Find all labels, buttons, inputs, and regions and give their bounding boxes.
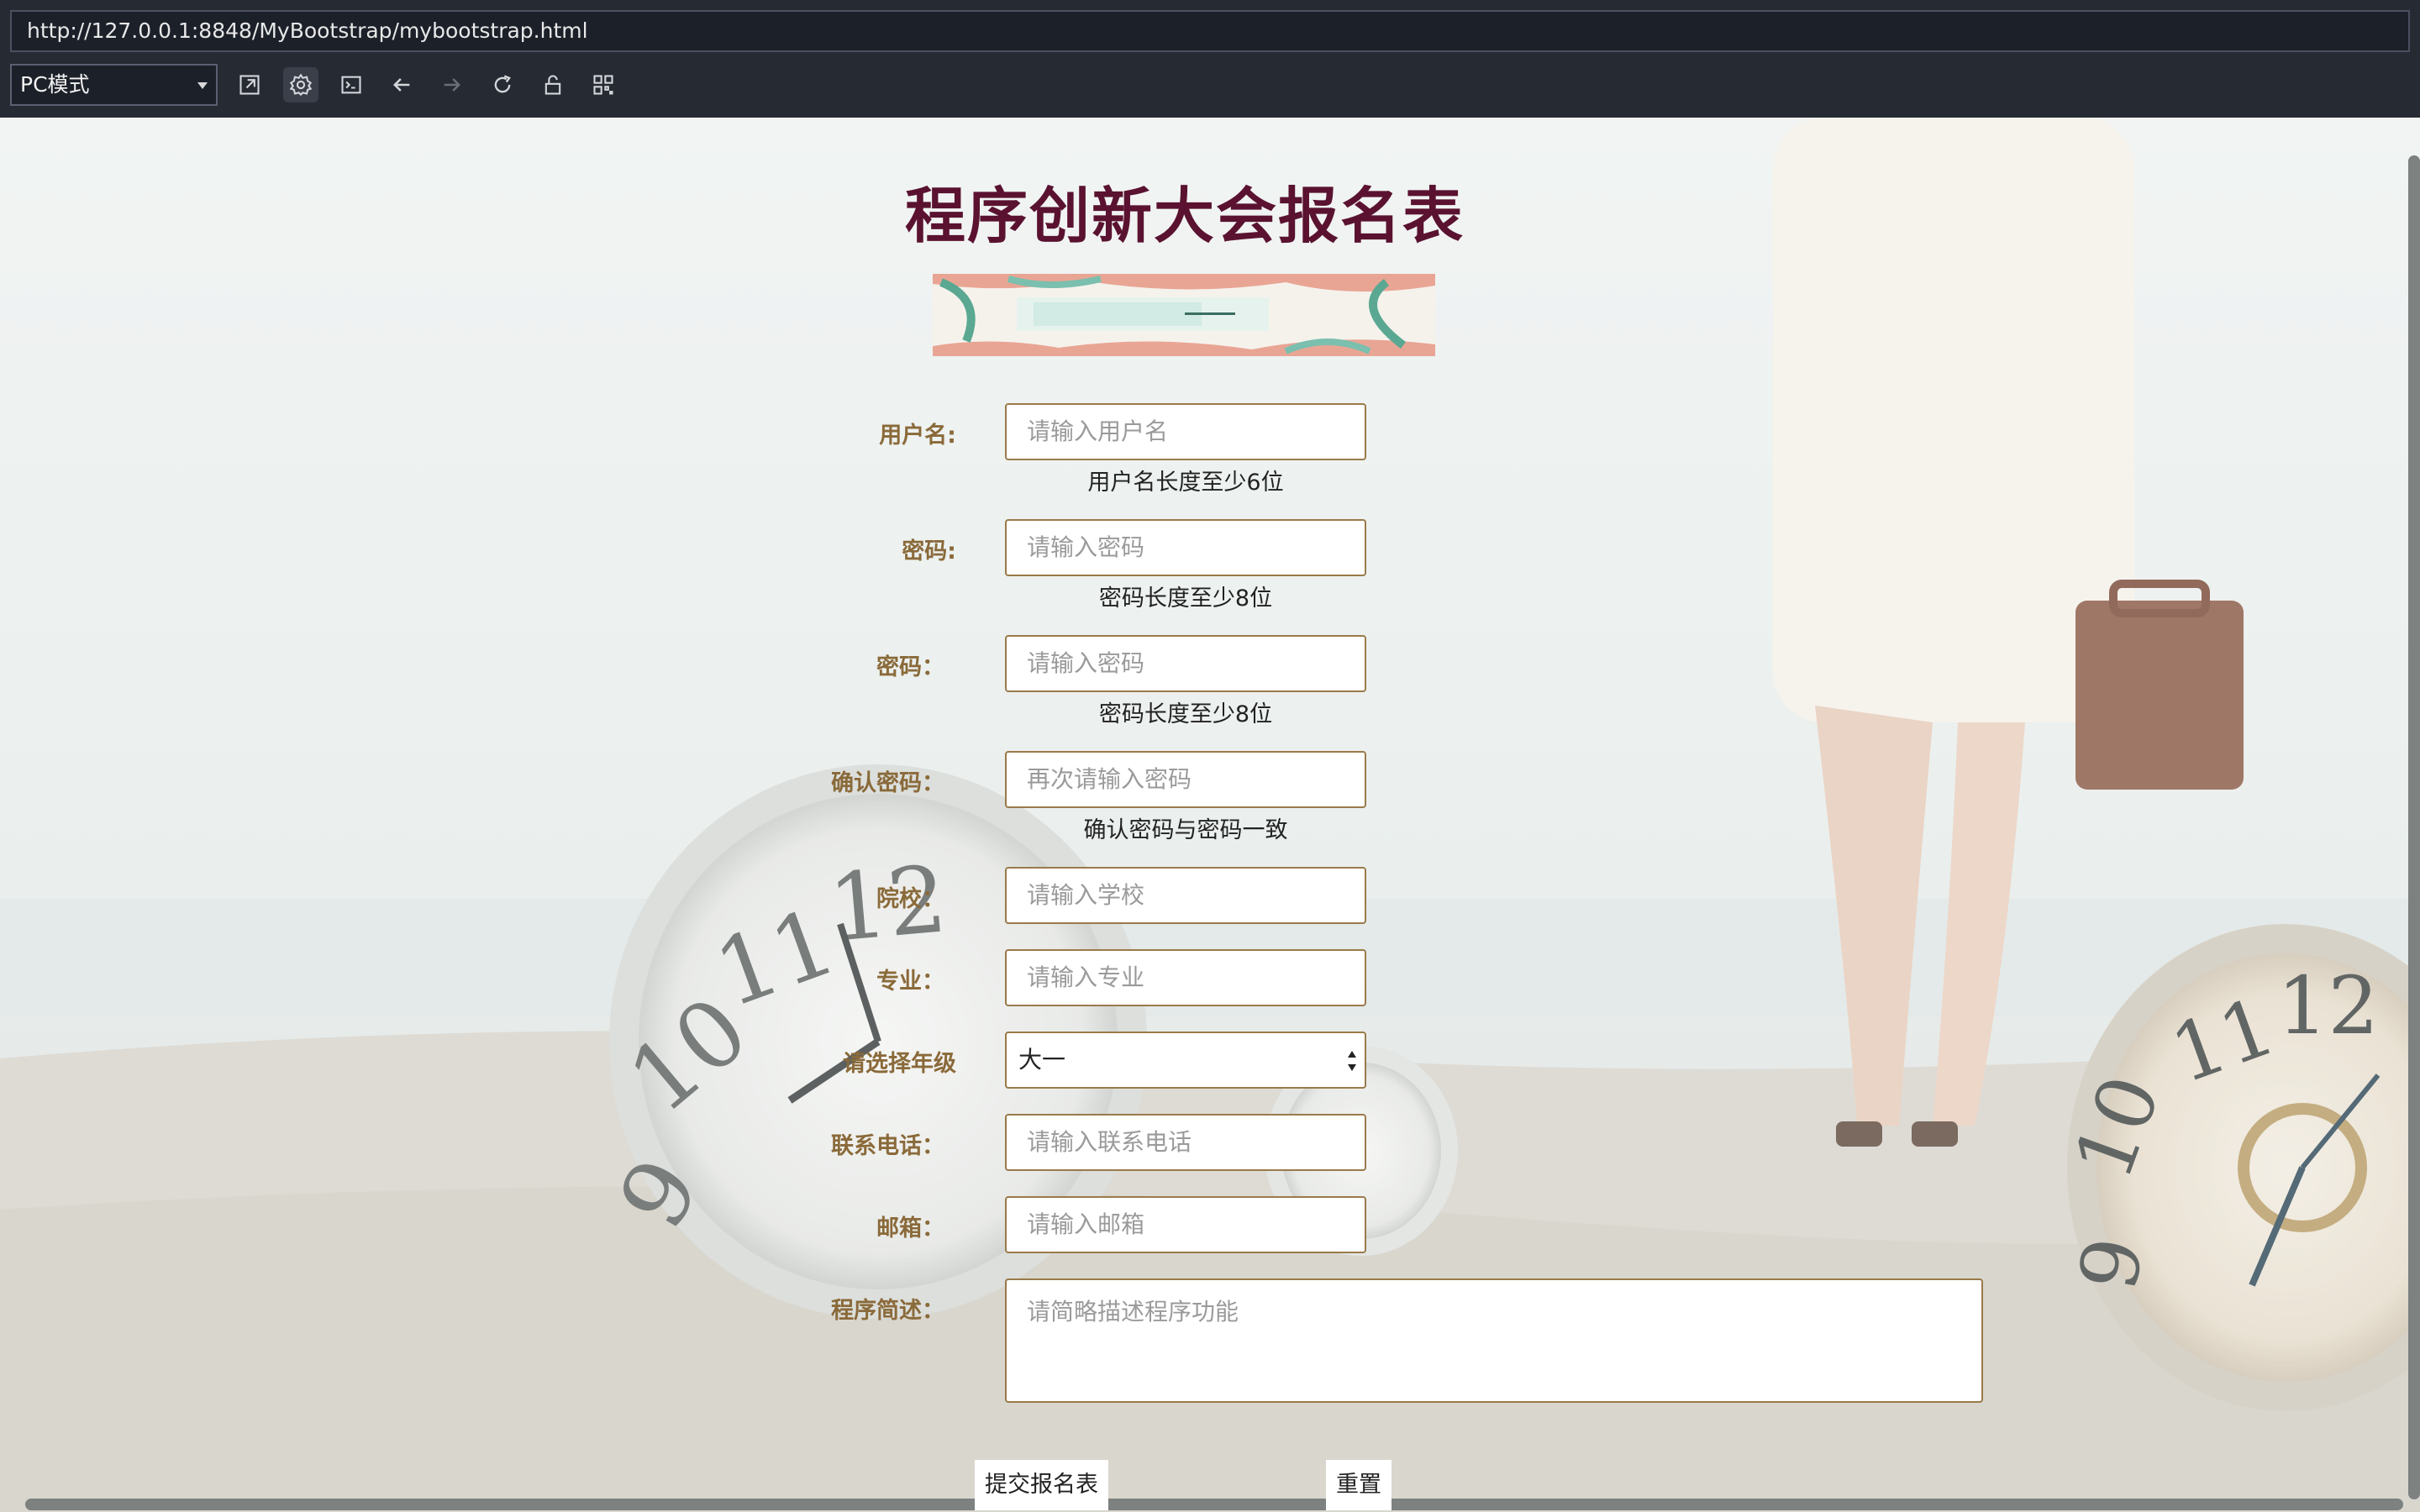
email-input[interactable]: 请输入邮箱 (1005, 1196, 1366, 1253)
settings-icon[interactable] (283, 67, 318, 102)
password2-input[interactable]: 请输入密码 (1005, 635, 1366, 692)
browser-chrome: http://127.0.0.1:8848/MyBootstrap/myboot… (0, 0, 2420, 118)
horizontal-scrollbar[interactable] (25, 1499, 2403, 1510)
page-viewport: 11 12 10 9 11 12 10 9 程序创新大会报名表 用户名: 请输入… (0, 118, 2420, 1512)
confirm-password-label: 确认密码： (831, 770, 944, 796)
unlock-icon[interactable] (535, 67, 571, 102)
submit-button[interactable]: 提交报名表 (975, 1460, 1108, 1510)
mode-dropdown[interactable]: PC模式 (10, 64, 218, 106)
major-input[interactable]: 请输入专业 (1005, 949, 1366, 1006)
username-label: 用户名: (879, 423, 956, 449)
mode-dropdown-value: PC模式 (20, 72, 90, 97)
username-hint: 用户名长度至少6位 (1087, 470, 1284, 496)
forward-arrow-icon[interactable] (434, 67, 470, 102)
grade-label: 请选择年级 (843, 1051, 956, 1077)
description-label: 程序简述： (831, 1298, 944, 1324)
address-bar[interactable]: http://127.0.0.1:8848/MyBootstrap/myboot… (10, 10, 2410, 52)
banner-image (933, 274, 1435, 356)
email-label: 邮箱： (876, 1215, 944, 1242)
phone-input[interactable]: 请输入联系电话 (1005, 1114, 1366, 1171)
back-arrow-icon[interactable] (384, 67, 419, 102)
open-external-icon[interactable] (232, 67, 267, 102)
description-textarea[interactable]: 请简略描述程序功能 (1005, 1278, 1983, 1403)
password2-hint: 密码长度至少8位 (1098, 701, 1273, 727)
grade-select[interactable]: 大一 (1005, 1032, 1366, 1089)
phone-label: 联系电话： (831, 1133, 944, 1159)
major-label: 专业： (876, 969, 944, 995)
page-title: 程序创新大会报名表 (904, 181, 1465, 251)
chevron-down-icon (197, 82, 208, 89)
confirm-password-input[interactable]: 再次请输入密码 (1005, 751, 1366, 808)
password-hint: 密码长度至少8位 (1098, 585, 1273, 612)
reset-button[interactable]: 重置 (1326, 1460, 1392, 1510)
school-label: 院校： (876, 886, 944, 912)
confirm-password-hint: 确认密码与密码一致 (1083, 817, 1288, 843)
username-input[interactable]: 请输入用户名 (1005, 403, 1366, 460)
password-input[interactable]: 请输入密码 (1005, 519, 1366, 576)
reload-icon[interactable] (485, 67, 520, 102)
vertical-scrollbar[interactable] (2408, 155, 2420, 1499)
password-label: 密码: (902, 538, 956, 564)
qr-code-icon[interactable] (586, 67, 621, 102)
school-input[interactable]: 请输入学校 (1005, 867, 1366, 924)
select-arrows-icon (1348, 1051, 1356, 1071)
password2-label: 密码： (876, 654, 944, 680)
console-icon[interactable] (334, 67, 369, 102)
grade-select-value: 大一 (1018, 1046, 1066, 1074)
browser-toolbar: PC模式 (0, 60, 2420, 111)
